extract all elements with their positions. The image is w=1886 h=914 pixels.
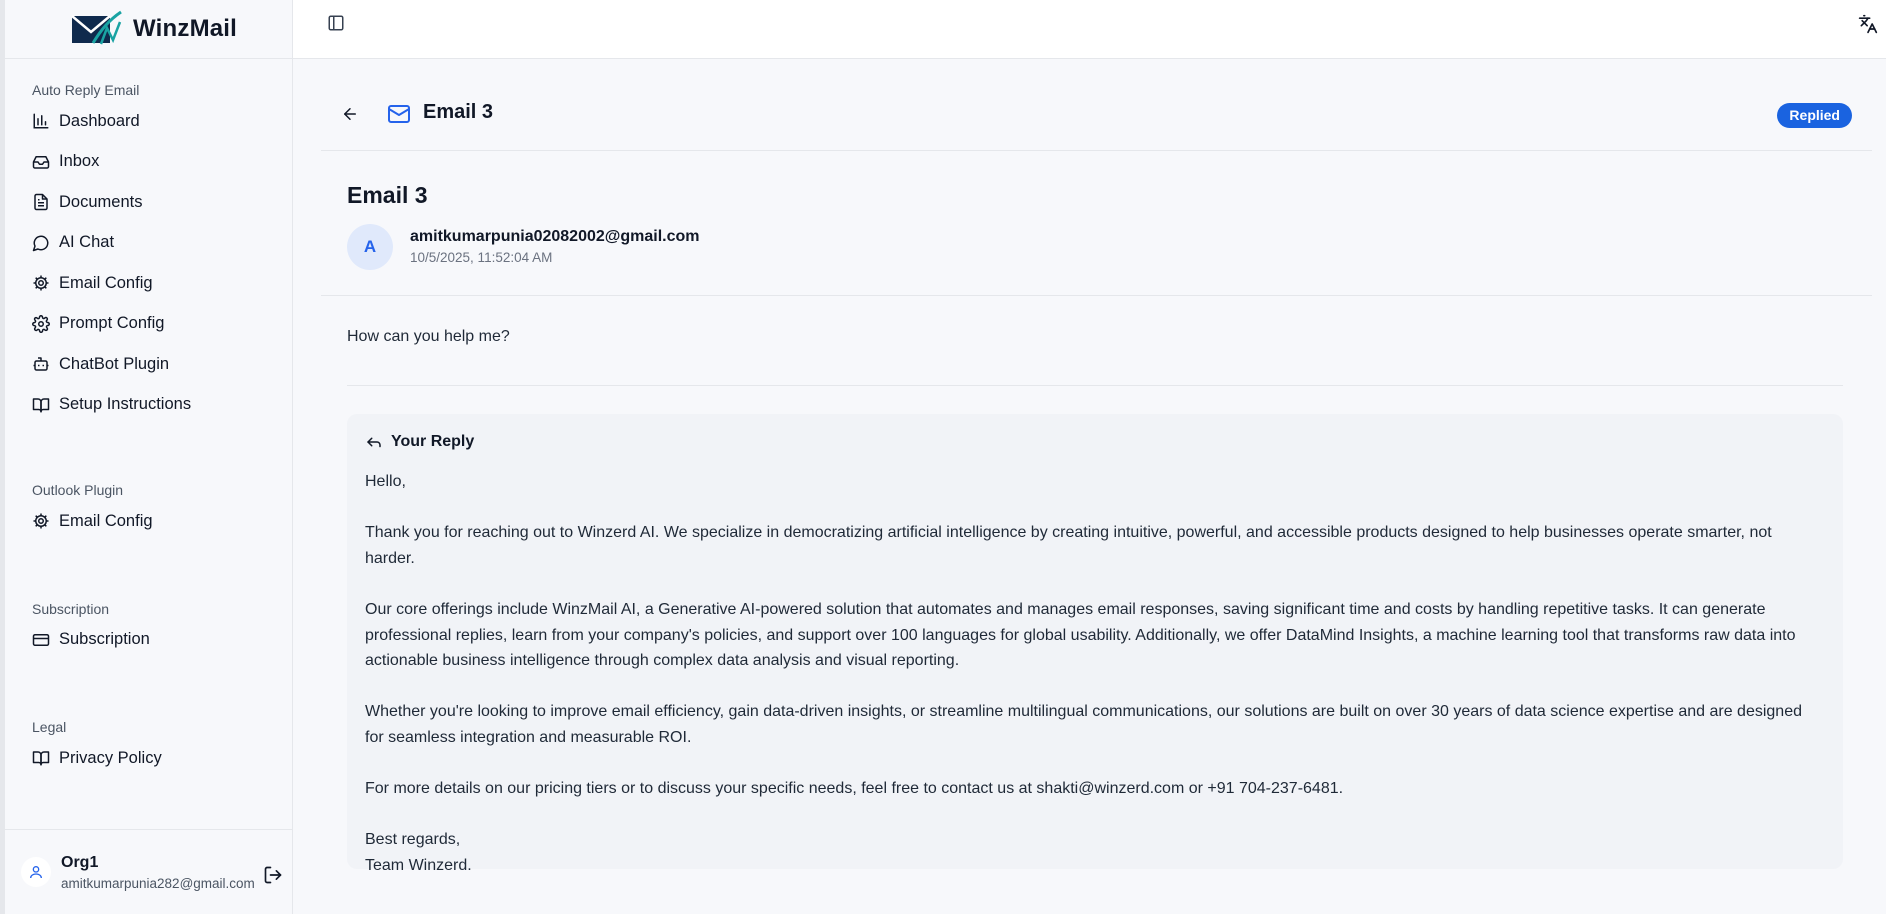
section-label-outlook-plugin: Outlook Plugin	[32, 482, 124, 498]
top-bar	[293, 0, 1886, 59]
sidebar-item-privacy-policy[interactable]: Privacy Policy	[5, 738, 292, 779]
reply-greeting: Hello,	[365, 473, 406, 490]
sidebar-item-setup-instructions[interactable]: Setup Instructions	[5, 385, 292, 426]
section-label-subscription: Subscription	[32, 600, 110, 617]
reply-closing: Best regards,	[365, 831, 461, 849]
user-profile[interactable]: Org1 amitkumarpunia282@gmail.com	[5, 829, 292, 914]
sidebar-item-chatbot-plugin[interactable]: ChatBot Plugin	[5, 344, 292, 385]
sidebar-item-email-config[interactable]: Email Config	[5, 263, 292, 304]
logout-icon[interactable]	[263, 865, 283, 885]
email-subject: Email 3	[347, 182, 428, 208]
sender-email: amitkumarpunia02082002@gmail.com	[410, 228, 700, 245]
sidebar-item-label: Email Config	[59, 273, 153, 292]
chat-bubble-icon	[32, 235, 49, 251]
reply-body: Hello, Thank you for reaching out to Win…	[365, 469, 1825, 879]
book-icon	[32, 751, 50, 766]
mail-icon	[388, 105, 410, 123]
avatar	[21, 857, 51, 887]
sidebar: WinzMail Auto Reply Email Dashboard Inbo…	[0, 0, 293, 914]
divider	[321, 295, 1872, 296]
sidebar-item-inbox[interactable]: Inbox	[5, 142, 292, 183]
page-title: Email 3	[423, 101, 494, 123]
back-arrow-icon[interactable]	[341, 105, 359, 123]
email-detail: Email 3 Replied Email 3 A amitkumarpunia…	[293, 59, 1886, 914]
user-icon	[30, 866, 42, 879]
gear-icon	[33, 513, 49, 529]
reply-heading-label: Your Reply	[391, 433, 475, 450]
reply-signature: Team Winzerd.	[365, 856, 472, 874]
sidebar-item-label: Privacy Policy	[59, 748, 162, 767]
sidebar-item-documents[interactable]: Documents	[5, 182, 292, 223]
brand-name: WinzMail	[133, 15, 238, 42]
sidebar-item-outlook-email-config[interactable]: Email Config	[5, 501, 292, 542]
email-header: Email 3 Replied	[321, 87, 1872, 151]
sidebar-item-label: AI Chat	[59, 233, 115, 252]
section-label-legal: Legal	[32, 719, 67, 735]
gear-icon	[32, 314, 50, 333]
sidebar-item-label: Documents	[59, 192, 143, 211]
bar-chart-icon	[33, 113, 49, 129]
reply-paragraph: Whether you're looking to improve email …	[365, 703, 1802, 746]
email-body: How can you help me?	[347, 328, 510, 345]
sidebar-item-label: Setup Instructions	[59, 395, 192, 414]
translate-icon[interactable]	[1858, 14, 1878, 34]
sidebar-item-label: Dashboard	[59, 111, 140, 130]
sidebar-item-label: Subscription	[59, 630, 150, 649]
inbox-icon	[32, 155, 50, 169]
winzmail-logo-icon	[71, 10, 122, 45]
sidebar-item-dashboard[interactable]: Dashboard	[5, 101, 292, 142]
sidebar-item-ai-chat[interactable]: AI Chat	[5, 223, 292, 264]
reply-paragraph: For more details on our pricing tiers or…	[365, 780, 1344, 798]
book-icon	[32, 398, 50, 413]
user-email: amitkumarpunia282@gmail.com	[61, 875, 255, 891]
reply-card: Your Reply Hello, Thank you for reaching…	[347, 414, 1843, 874]
brand[interactable]: WinzMail	[5, 0, 292, 59]
email-date: 10/5/2025, 11:52:04 AM	[410, 250, 553, 265]
user-org: Org1	[61, 853, 99, 871]
sidebar-item-label: ChatBot Plugin	[59, 354, 170, 373]
divider	[347, 385, 1843, 386]
sidebar-item-label: Email Config	[59, 511, 153, 530]
status-badge: Replied	[1777, 103, 1852, 128]
sidebar-item-subscription[interactable]: Subscription	[5, 620, 292, 661]
credit-card-icon	[32, 633, 50, 646]
sidebar-toggle-icon[interactable]	[327, 14, 345, 32]
reply-icon	[367, 437, 381, 448]
bot-icon	[33, 357, 49, 371]
sender-avatar: A	[347, 224, 393, 270]
sidebar-item-label: Inbox	[59, 152, 100, 171]
reply-paragraph: Our core offerings include WinzMail AI, …	[365, 600, 1796, 670]
sidebar-item-prompt-config[interactable]: Prompt Config	[5, 304, 292, 345]
reply-paragraph: Thank you for reaching out to Winzerd AI…	[365, 524, 1772, 567]
gear-icon	[33, 275, 49, 291]
section-label-auto-reply: Auto Reply Email	[32, 82, 140, 98]
sidebar-item-label: Prompt Config	[59, 314, 165, 333]
reply-heading: Your Reply	[365, 433, 474, 451]
document-icon	[34, 194, 48, 211]
